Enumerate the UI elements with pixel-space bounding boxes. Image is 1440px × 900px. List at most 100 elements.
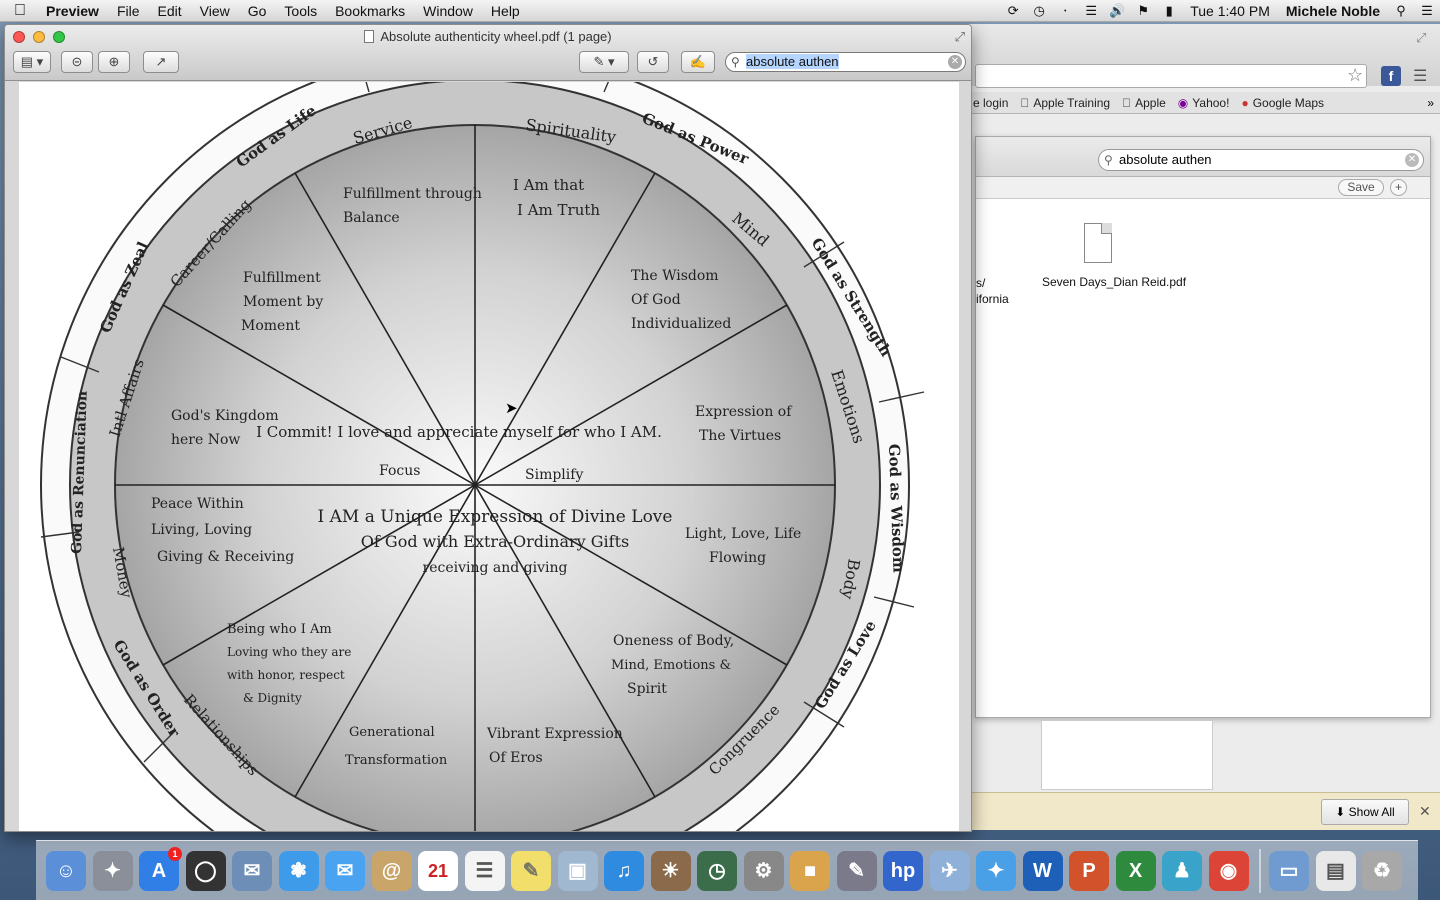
hp-printer-icon[interactable]: hp — [883, 850, 923, 891]
calendar-icon[interactable]: 21 — [418, 850, 458, 891]
pen-tool-icon[interactable]: ✎ — [836, 850, 877, 891]
finder-search-input[interactable]: ⚲ absolute authen ✕ — [1098, 149, 1424, 171]
excel-icon[interactable]: X — [1115, 850, 1156, 891]
pdf-search-input[interactable]: ⚲ absolute authen ✕ — [725, 52, 966, 72]
segment-text: The Wisdom — [631, 268, 719, 284]
menu-go[interactable]: Go — [239, 3, 276, 19]
itunes-icon[interactable]: ♫ — [604, 850, 644, 891]
segment-text: Moment — [241, 318, 300, 334]
finder-icon[interactable]: ☺ — [46, 850, 86, 891]
menu-edit[interactable]: Edit — [149, 3, 191, 19]
dock-separator — [1259, 848, 1261, 893]
spotlight-icon[interactable]: ⚲ — [1390, 3, 1412, 19]
wifi-icon[interactable]: ☰ — [1080, 3, 1102, 19]
segment-text: God's Kingdom — [171, 408, 279, 424]
notes-icon[interactable]: ✎ — [511, 850, 551, 891]
segment-text: Expression of — [695, 404, 793, 420]
close-downloads-icon[interactable]: ✕ — [1419, 803, 1431, 820]
applications-folder-icon[interactable]: ▭ — [1269, 850, 1309, 891]
downloads-bar: ⬇ Show All ✕ — [961, 792, 1440, 830]
powerpoint-icon[interactable]: P — [1069, 850, 1109, 891]
edit-toolbar-button[interactable]: ✍ — [681, 51, 715, 73]
fullscreen-icon[interactable]: ⤢ — [955, 29, 965, 45]
show-all-downloads-button[interactable]: ⬇ Show All — [1321, 799, 1409, 825]
contacts-icon[interactable]: @ — [371, 850, 412, 891]
truncated-line: s/ — [976, 276, 986, 290]
clear-search-icon[interactable]: ✕ — [1405, 153, 1419, 167]
menu-file[interactable]: File — [108, 3, 149, 19]
iphoto-icon[interactable]: ☀ — [650, 850, 691, 891]
preview-app-icon[interactable]: ▣ — [557, 850, 598, 891]
file-name-label[interactable]: Seven Days_Dian Reid.pdf — [1036, 275, 1192, 289]
bookmark-yahoo[interactable]: ◉ Yahoo! — [1178, 96, 1230, 110]
system-preferences-icon[interactable]: ⚙ — [743, 850, 784, 891]
time-machine-app-icon[interactable]: ◷ — [697, 850, 737, 891]
zoom-in-button[interactable]: ⊕ — [98, 51, 130, 73]
sync-icon[interactable]: ⟳ — [1002, 3, 1024, 19]
lync-icon[interactable]: ♟ — [1162, 850, 1202, 891]
time-machine-icon[interactable]: ◷ — [1028, 3, 1050, 19]
pdf-page[interactable]: I Commit! I love and appreciate myself f… — [19, 82, 959, 831]
preview-window: Absolute authenticity wheel.pdf (1 page)… — [4, 24, 972, 832]
safari-icon[interactable]: ❃ — [278, 850, 319, 891]
menu-window[interactable]: Window — [414, 3, 482, 19]
flag-icon[interactable]: ⚑ — [1132, 3, 1154, 19]
volume-icon[interactable]: 🔊 — [1106, 3, 1128, 19]
zoom-out-button[interactable]: ⊝ — [61, 51, 93, 73]
chrome-icon[interactable]: ◉ — [1208, 850, 1249, 891]
bookmark-star-icon[interactable]: ☆ — [1347, 65, 1363, 86]
bookmarks-overflow-icon[interactable]: » — [1427, 96, 1434, 110]
segment-text: with honor, respect — [227, 668, 345, 682]
add-criteria-button[interactable]: + — [1390, 179, 1407, 196]
share-button[interactable]: ↗ — [143, 51, 179, 73]
rotate-button[interactable]: ↺ — [637, 51, 669, 73]
segment-text: Transformation — [345, 753, 448, 768]
menu-app-preview[interactable]: Preview — [40, 3, 108, 19]
authenticity-wheel: I Commit! I love and appreciate myself f… — [40, 82, 925, 831]
show-all-label: Show All — [1348, 805, 1395, 819]
annotate-button[interactable]: ✎ ▾ — [579, 51, 629, 73]
browser-url-bar[interactable] — [975, 64, 1367, 88]
menubar-user[interactable]: Michele Noble — [1278, 3, 1388, 19]
pdf-file-icon[interactable] — [1084, 223, 1112, 263]
segment-text: Of Eros — [489, 750, 543, 766]
notification-center-icon[interactable]: ☰ — [1416, 3, 1438, 19]
messages-icon[interactable]: ✉ — [325, 850, 365, 891]
airplane-app-icon[interactable]: ✈ — [929, 850, 970, 891]
twitter-icon[interactable]: ✦ — [976, 850, 1016, 891]
finder-toolbar: ⚲ absolute authen ✕ — [976, 137, 1430, 177]
menubar-clock[interactable]: Tue 1:40 PM — [1182, 3, 1278, 19]
bluetooth-icon[interactable]: ᛫ — [1054, 4, 1076, 19]
mail-icon[interactable]: ✉ — [232, 850, 272, 891]
truncated-line: ifornia — [976, 292, 1009, 306]
bookmark-apple[interactable]: Apple — [1122, 96, 1166, 110]
menu-tools[interactable]: Tools — [275, 3, 326, 19]
keynote-icon[interactable]: ■ — [790, 850, 830, 891]
browser-content-panel — [1041, 720, 1213, 790]
bookmark-google-maps[interactable]: ● Google Maps — [1241, 96, 1324, 110]
reminders-icon[interactable]: ☰ — [464, 850, 505, 891]
apple-menu-icon[interactable]:  — [0, 2, 40, 20]
word-icon[interactable]: W — [1022, 850, 1063, 891]
launchpad-icon[interactable]: ✦ — [92, 850, 133, 891]
bookmark-label: Apple Training — [1024, 95, 1110, 110]
browser-menu-icon[interactable]: ☰ — [1413, 66, 1427, 86]
menu-view[interactable]: View — [191, 3, 239, 19]
facebook-icon[interactable]: f — [1381, 66, 1401, 86]
save-search-button[interactable]: Save — [1338, 179, 1384, 196]
menu-bookmarks[interactable]: Bookmarks — [326, 3, 414, 19]
documents-stack-icon[interactable]: ▤ — [1315, 850, 1356, 891]
trash-icon[interactable]: ♻ — [1362, 850, 1402, 891]
segment-text: Peace Within — [151, 496, 244, 512]
segment-text: Living, Loving — [151, 522, 252, 538]
browser-fullscreen-icon[interactable]: ⤢ — [1416, 30, 1426, 46]
bookmark-apple-training[interactable]: Apple Training — [1020, 96, 1110, 110]
dashboard-icon[interactable]: ◯ — [185, 850, 226, 891]
sidebar-toggle-button[interactable]: ▤ ▾ — [13, 51, 51, 73]
clear-search-icon[interactable]: ✕ — [948, 55, 962, 69]
menu-help[interactable]: Help — [482, 3, 529, 19]
app-store-icon[interactable]: A1 — [139, 846, 182, 891]
menu-bar:  Preview File Edit View Go Tools Bookma… — [0, 0, 1440, 22]
battery-icon[interactable]: ▮ — [1158, 3, 1180, 19]
bookmark-login[interactable]: e login — [973, 96, 1008, 110]
